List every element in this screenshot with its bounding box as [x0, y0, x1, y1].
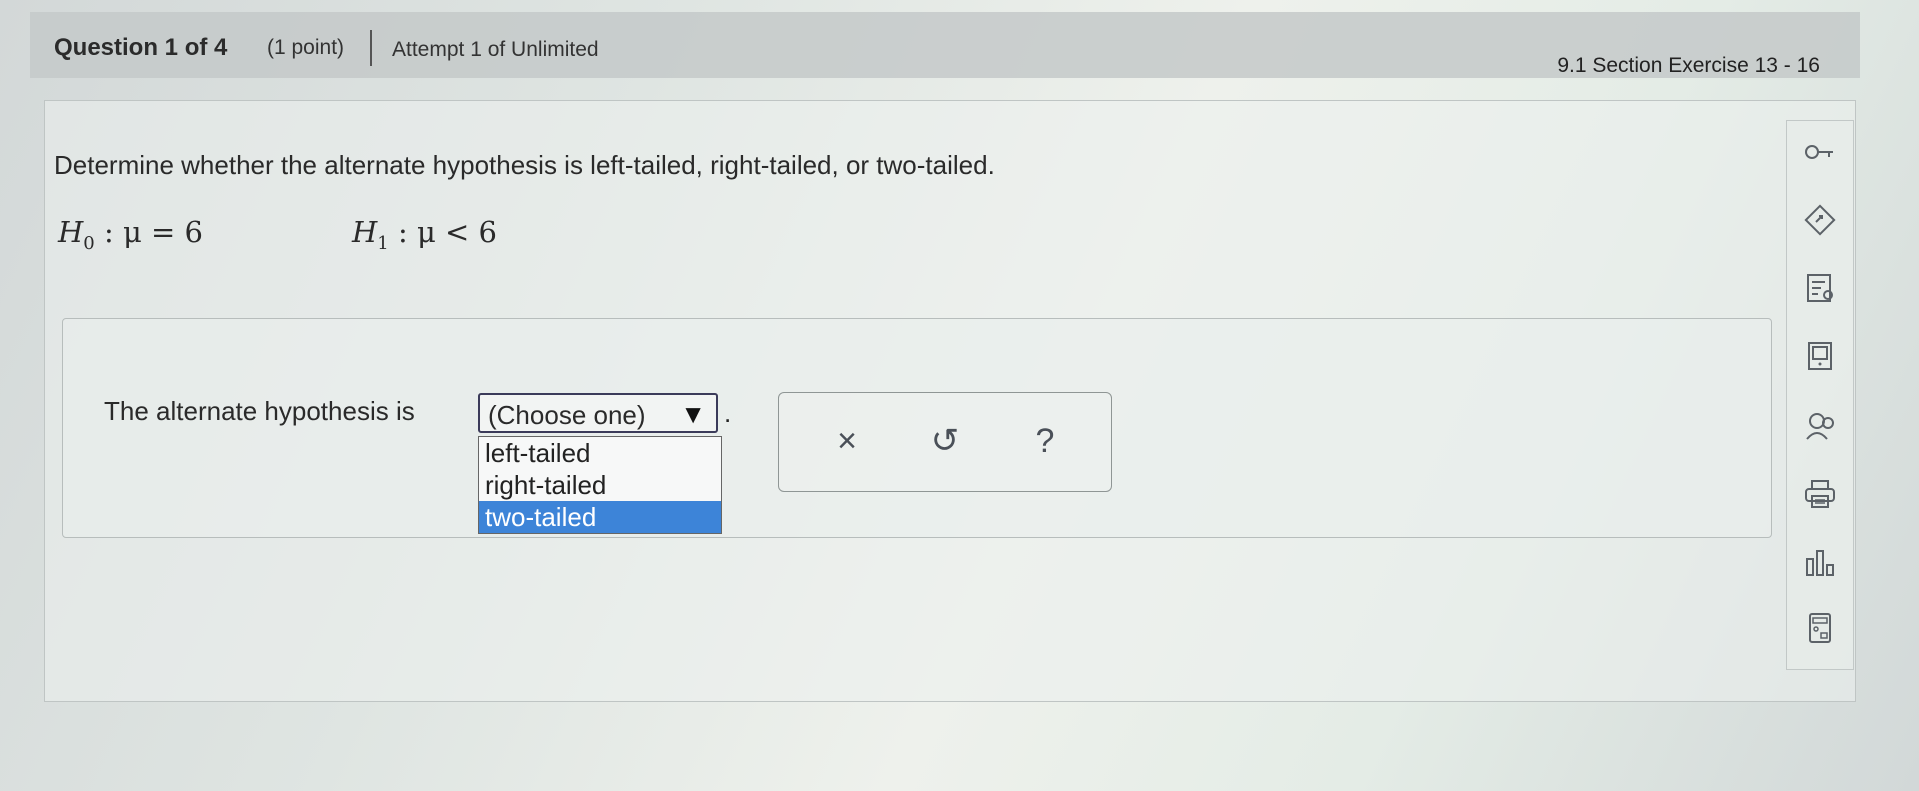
- textbook-icon[interactable]: [1803, 339, 1837, 373]
- calculator-icon[interactable]: [1803, 611, 1837, 645]
- alternate-hypothesis: H1 : μ < 6: [352, 215, 497, 254]
- h0-subscript: 0: [83, 232, 95, 254]
- question-points: (1 point): [267, 36, 345, 59]
- h0-statement: : μ = 6: [94, 215, 203, 249]
- sentence-period: .: [724, 398, 732, 428]
- notes-icon[interactable]: [1803, 271, 1837, 305]
- section-label: 9.1 Section Exercise 13 - 16: [1557, 54, 1820, 77]
- key-icon[interactable]: [1803, 135, 1837, 169]
- hint-icon[interactable]: [1803, 203, 1837, 237]
- clear-icon[interactable]: ×: [827, 421, 867, 461]
- question-header: Question 1 of 4 (1 point) Attempt 1 of U…: [30, 12, 1860, 78]
- undo-icon[interactable]: ↺: [925, 421, 965, 461]
- question-number: Question 1 of 4: [54, 34, 228, 61]
- h1-symbol: H: [352, 215, 378, 249]
- question-prompt: Determine whether the alternate hypothes…: [54, 150, 995, 180]
- dropdown-arrow-icon: ▼: [680, 399, 706, 429]
- attempt-counter: Attempt 1 of Unlimited: [392, 38, 599, 61]
- screen: Question 1 of 4 (1 point) Attempt 1 of U…: [0, 0, 1919, 791]
- tail-select[interactable]: (Choose one) ▼: [478, 393, 718, 433]
- grades-icon[interactable]: [1803, 545, 1837, 579]
- answer-tools: × ↺ ?: [778, 392, 1112, 492]
- option-left-tailed[interactable]: left-tailed: [479, 437, 721, 469]
- answer-label: The alternate hypothesis is: [104, 396, 415, 426]
- option-right-tailed[interactable]: right-tailed: [479, 469, 721, 501]
- tail-dropdown-list: left-tailed right-tailed two-tailed: [478, 436, 722, 534]
- help-icon[interactable]: ?: [1025, 421, 1065, 461]
- ask-help-icon[interactable]: [1803, 409, 1837, 443]
- h0-symbol: H: [58, 215, 84, 249]
- tool-sidebar: [1786, 120, 1854, 670]
- h1-statement: : μ < 6: [388, 215, 497, 249]
- h1-subscript: 1: [377, 232, 389, 254]
- print-icon[interactable]: [1803, 477, 1837, 511]
- select-value: (Choose one): [488, 400, 646, 430]
- null-hypothesis: H0 : μ = 6: [58, 215, 203, 254]
- option-two-tailed[interactable]: two-tailed: [479, 501, 721, 533]
- header-divider: [370, 30, 372, 66]
